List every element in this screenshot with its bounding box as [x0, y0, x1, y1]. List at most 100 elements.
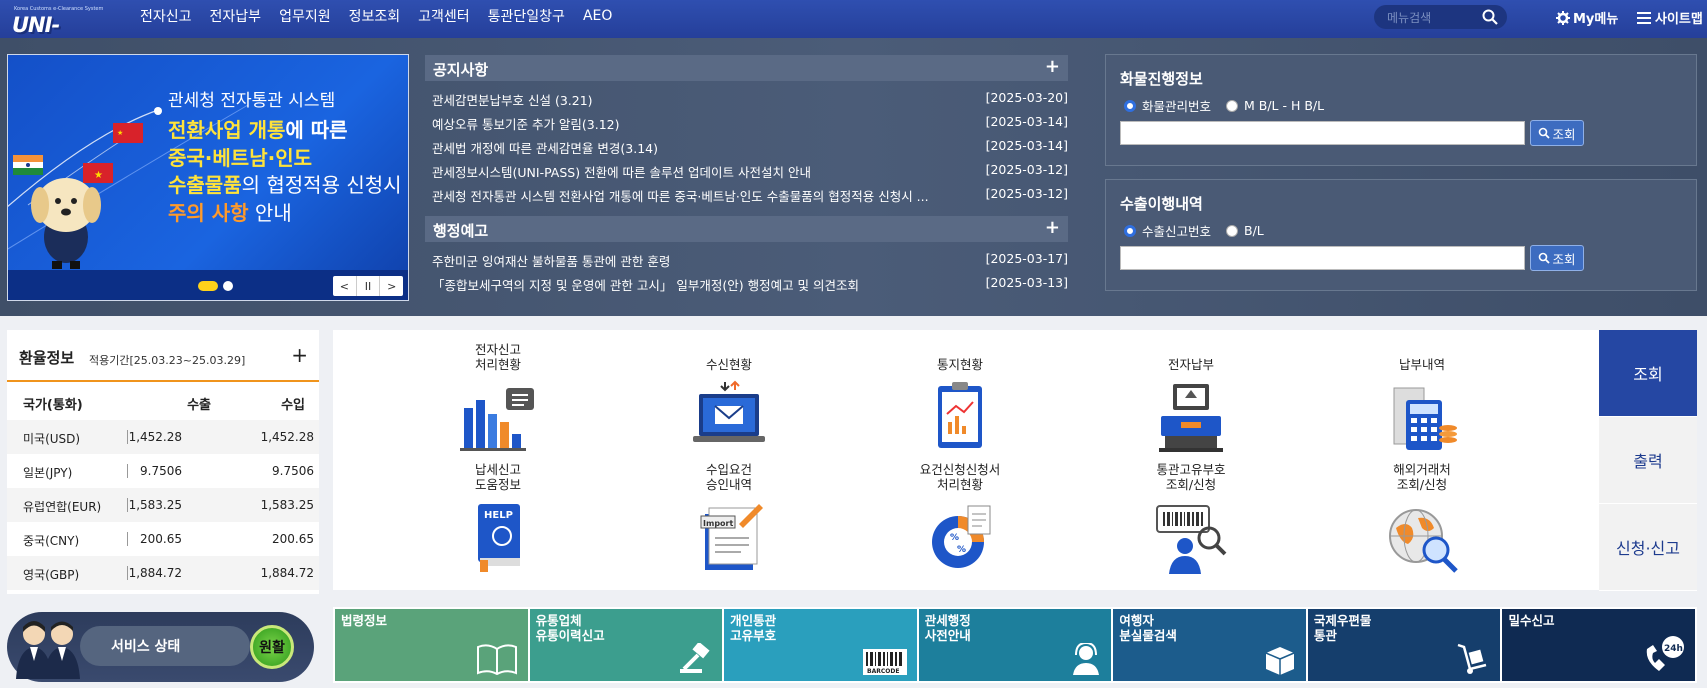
export-bl-radio[interactable]: B/L — [1226, 221, 1264, 240]
notice-title[interactable]: 공지사항 — [433, 61, 488, 79]
svg-text:★: ★ — [117, 129, 123, 137]
tile-label-line1: 요건신청신청서 — [919, 462, 1001, 477]
logo-subtitle: Korea Customs e-Clearance System — [14, 6, 104, 12]
tile-label-line1: 전자신고 — [474, 342, 521, 357]
quick-link-personal-customs[interactable]: 개인통관 고유부호 BARCODE — [724, 609, 917, 681]
quick-link-law-info[interactable]: 법령정보 — [335, 609, 528, 681]
svg-text:★: ★ — [94, 170, 103, 181]
admin-notice-item[interactable]: 「종합보세구역의 지정 및 운영에 관한 고시」 일부개정(안) 행정예고 및 … — [432, 275, 1068, 295]
staff-people-icon — [16, 621, 80, 679]
quick-link-lost-property[interactable]: 여행자 분실물검색 — [1113, 609, 1306, 681]
rate-export: 1,583.25 — [128, 498, 182, 512]
tab-print[interactable]: 출력 — [1599, 417, 1697, 504]
notice-item-title[interactable]: 관세법 개정에 따른 관세감면율 변경(3.14) — [432, 138, 992, 157]
nav-single-window[interactable]: 통관단일창구 — [488, 6, 565, 26]
notice-more-button[interactable]: + — [1045, 56, 1060, 77]
notice-item[interactable]: 관세청 전자통관 시스템 전환사업 개통에 따른 중국·베트남·인도 수출물품의… — [432, 186, 1068, 206]
tile-tax-help[interactable]: 납세신고 도움정보 HELP — [433, 460, 563, 578]
menu-search-input[interactable]: 메뉴검색 — [1374, 5, 1507, 29]
admin-notice-more-button[interactable]: + — [1045, 217, 1060, 238]
admin-notice-item-title[interactable]: 주한미군 잉여재산 불하물품 통관에 관한 훈령 — [432, 251, 992, 270]
tile-label: 수신현황 — [705, 357, 752, 372]
sitemap-button[interactable]: 사이트맵 — [1637, 8, 1703, 27]
barcode-icon: BARCODE — [862, 649, 907, 675]
nav-customer-center[interactable]: 고객센터 — [418, 6, 470, 26]
divider — [127, 464, 128, 478]
admin-notice-title[interactable]: 행정예고 — [433, 222, 488, 240]
bl-number-label: M B/L - H B/L — [1244, 98, 1325, 113]
rate-import: 1,583.25 — [260, 498, 314, 512]
banner-highlight-1: 전환사업 개통 — [168, 118, 286, 142]
admin-notice-header: 행정예고 + — [425, 216, 1068, 242]
nav-e-declaration[interactable]: 전자신고 — [140, 6, 192, 26]
tile-notification-status[interactable]: 통지현황 — [895, 340, 1025, 458]
notice-item[interactable]: 관세정보시스템(UNI-PASS) 전환에 따른 솔루션 업데이트 사전설치 안… — [432, 162, 1068, 182]
banner-line-2-rest: 에 따른 — [285, 118, 348, 142]
tile-overseas-partner[interactable]: 해외거래처 조회/신청 — [1357, 460, 1487, 578]
quick-link-distribution[interactable]: 유통업체 유통이력신고 — [529, 609, 723, 681]
unipass-logo[interactable]: Korea Customs e-Clearance System UNI-PAS… — [8, 4, 110, 61]
rate-row: 미국(USD) 1,452.28 1,452.28 — [7, 420, 319, 454]
nav-info-inquiry[interactable]: 정보조회 — [349, 6, 401, 26]
rate-country: 중국(CNY) — [23, 534, 80, 548]
export-number-input[interactable] — [1120, 246, 1525, 270]
next-slide-button[interactable]: > — [380, 276, 403, 296]
bl-number-radio[interactable]: M B/L - H B/L — [1226, 96, 1324, 115]
quick-link-smuggling-report[interactable]: 밀수신고 24h — [1502, 609, 1696, 681]
tile-payment-history[interactable]: 납부내역 — [1357, 340, 1487, 458]
radio-unchecked-icon[interactable] — [1226, 224, 1239, 237]
exchange-rate-more-button[interactable]: + — [291, 343, 308, 367]
my-menu-button[interactable]: My메뉴 — [1556, 8, 1618, 27]
tab-inquiry[interactable]: 조회 — [1599, 330, 1697, 417]
banner-line-1: 관세청 전자통관 시스템 — [168, 91, 336, 111]
export-search-button[interactable]: 조회 — [1530, 245, 1584, 271]
slide-indicator-active[interactable] — [198, 281, 218, 291]
tile-requirement-status[interactable]: 요건신청신청서 처리현황 %% — [895, 460, 1025, 578]
tab-application[interactable]: 신청·신고 — [1599, 504, 1697, 591]
tile-label-line2: 조회/신청 — [1165, 477, 1217, 492]
main-nav: 전자신고 전자납부 업무지원 정보조회 고객센터 통관단일창구 AEO — [140, 0, 630, 32]
tile-import-approval[interactable]: 수입요건 승인내역 Import — [664, 460, 794, 578]
radio-checked-icon[interactable] — [1124, 99, 1136, 112]
tile-customs-id[interactable]: 통관고유부호 조회/신청 — [1126, 460, 1256, 578]
svg-text:Import: Import — [703, 519, 733, 528]
service-status-indicator: 원활 — [250, 625, 294, 669]
quick-link-intl-mail[interactable]: 국제우편물 통관 — [1307, 609, 1501, 681]
slide-indicator[interactable] — [223, 281, 233, 291]
notice-item[interactable]: 관세감면분납부호 신설 (3.21) [2025-03-20] — [432, 90, 1068, 110]
quick-link-label: 국제우편물 — [1313, 613, 1372, 628]
prev-slide-button[interactable]: < — [333, 276, 357, 296]
rate-export: 1,452.28 — [128, 430, 182, 444]
hamburger-icon — [1637, 11, 1651, 24]
nav-business-support[interactable]: 업무지원 — [279, 6, 331, 26]
admin-notice-item-title[interactable]: 「종합보세구역의 지정 및 운영에 관한 고시」 일부개정(안) 행정예고 및 … — [432, 275, 992, 294]
tile-e-declaration-status[interactable]: 전자신고 처리현황 — [433, 340, 563, 458]
tile-reception-status[interactable]: 수신현황 — [664, 340, 794, 458]
notice-item-title[interactable]: 예상오류 통보기준 추가 알림(3.12) — [432, 114, 992, 133]
nav-aeo[interactable]: AEO — [583, 8, 612, 24]
export-record-title: 수출이행내역 — [1120, 195, 1203, 213]
notice-item[interactable]: 관세법 개정에 따른 관세감면율 변경(3.14) [2025-03-14] — [432, 138, 1068, 158]
notice-item[interactable]: 예상오류 통보기준 추가 알림(3.12) [2025-03-14] — [432, 114, 1068, 134]
notice-item-title[interactable]: 관세청 전자통관 시스템 전환사업 개통에 따른 중국·베트남·인도 수출물품의… — [432, 186, 992, 205]
rate-country: 유럽연합(EUR) — [23, 500, 102, 514]
tile-label-line2: 처리현황 — [474, 357, 521, 372]
percent-chart-icon: %% — [932, 505, 991, 568]
col-country: 국가(통화) — [23, 398, 83, 413]
cargo-search-button[interactable]: 조회 — [1530, 120, 1584, 146]
quick-link-admin-guide[interactable]: 관세행정 사전안내 — [918, 609, 1112, 681]
notice-item-title[interactable]: 관세감면분납부호 신설 (3.21) — [432, 90, 992, 109]
admin-notice-item[interactable]: 주한미군 잉여재산 불하물품 통관에 관한 훈령 [2025-03-17] — [432, 251, 1068, 271]
pause-slide-button[interactable]: II — [357, 276, 381, 296]
cargo-number-radio[interactable]: 화물관리번호 — [1124, 96, 1211, 115]
nav-e-payment[interactable]: 전자납부 — [210, 6, 262, 26]
radio-unchecked-icon[interactable] — [1226, 99, 1239, 112]
cargo-number-input[interactable] — [1120, 121, 1525, 145]
notice-item-title[interactable]: 관세정보시스템(UNI-PASS) 전환에 따른 솔루션 업데이트 사전설치 안… — [432, 162, 992, 181]
promo-banner[interactable]: ★ ★ 관세청 전자통관 시스템 전환사업 개통에 따른 중국·베트남·인도 수… — [7, 54, 409, 301]
radio-checked-icon[interactable] — [1124, 224, 1136, 237]
export-decl-radio[interactable]: 수출신고번호 — [1124, 221, 1211, 240]
search-icon[interactable] — [1481, 8, 1499, 26]
tile-e-payment[interactable]: 전자납부 — [1126, 340, 1256, 458]
quick-link-label: 관세행정 — [924, 613, 971, 628]
